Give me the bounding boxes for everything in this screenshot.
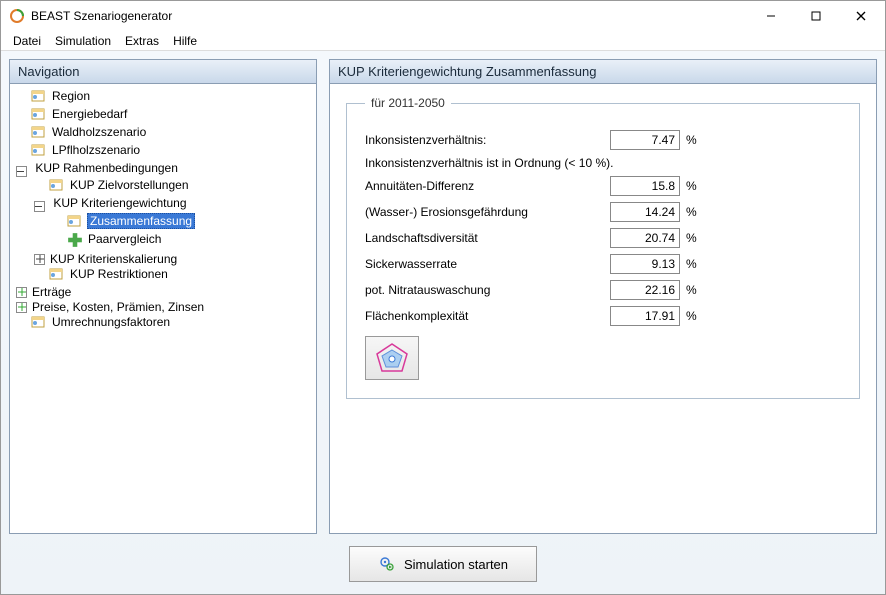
row-nitrat: pot. Nitratauswaschung 22.16 % [365,280,841,300]
menu-simulation[interactable]: Simulation [49,32,117,50]
value-flaechen: 17.91 [610,306,680,326]
navigation-panel: Navigation Region Energiebedarf Waldholz… [9,59,317,534]
unit: % [680,179,704,193]
columns: Navigation Region Energiebedarf Waldholz… [9,59,877,534]
row-inkons: Inkonsistenzverhältnis: 7.47 % [365,130,841,150]
nav-item-lpflholz[interactable]: LPflholzszenario [29,143,143,157]
label-sicker: Sickerwasserrate [365,257,610,271]
row-sicker: Sickerwasserrate 9.13 % [365,254,841,274]
close-button[interactable] [838,2,883,30]
value-landdiv: 20.74 [610,228,680,248]
period-fieldset: für 2011-2050 Inkonsistenzverhältnis: 7.… [346,96,860,399]
unit: % [680,133,704,147]
unit: % [680,257,704,271]
row-flaechen: Flächenkomplexität 17.91 % [365,306,841,326]
nav-item-waldholz[interactable]: Waldholzszenario [29,125,149,139]
nav-item-preise[interactable]: Preise, Kosten, Prämien, Zinsen [29,300,207,314]
main-title: KUP Kriteriengewichtung Zusammenfassung [330,60,876,84]
nav-item-ertraege[interactable]: Erträge [29,285,74,299]
doc-icon [31,125,47,139]
simulate-button[interactable]: Simulation starten [349,546,537,582]
window-title: BEAST Szenariogenerator [31,9,748,23]
plus-icon [67,232,83,246]
value-erosion: 14.24 [610,202,680,222]
unit: % [680,231,704,245]
label-landdiv: Landschaftsdiversität [365,231,610,245]
window-controls [748,2,883,30]
bottom-bar: Simulation starten [9,542,877,586]
value-inkons: 7.47 [610,130,680,150]
nav-item-kup-rahmen[interactable]: KUP Rahmenbedingungen [32,161,181,175]
doc-icon [49,178,65,192]
doc-icon [31,107,47,121]
radar-chart-icon [372,341,412,375]
doc-icon [49,267,65,281]
row-landdiv: Landschaftsdiversität 20.74 % [365,228,841,248]
doc-icon [31,89,47,103]
value-nitrat: 22.16 [610,280,680,300]
value-sicker: 9.13 [610,254,680,274]
gear-run-icon [378,555,396,573]
menu-extras[interactable]: Extras [119,32,165,50]
nav-item-zusammenfassung[interactable]: Zusammenfassung [65,213,197,229]
value-annu: 15.8 [610,176,680,196]
simulate-label: Simulation starten [404,557,508,572]
nav-item-region[interactable]: Region [29,89,93,103]
nav-item-kup-gewicht[interactable]: KUP Kriteriengewichtung [50,196,189,210]
nav-item-umrechnung[interactable]: Umrechnungsfaktoren [29,315,173,329]
minimize-button[interactable] [748,2,793,30]
tree-toggle[interactable] [34,201,45,212]
doc-icon [31,143,47,157]
body-area: Navigation Region Energiebedarf Waldholz… [1,51,885,594]
doc-icon [67,214,83,228]
app-window: BEAST Szenariogenerator Datei Simulation… [0,0,886,595]
nav-item-paarvergleich[interactable]: Paarvergleich [65,232,164,246]
tree-toggle[interactable] [16,302,27,313]
tree-toggle[interactable] [16,287,27,298]
app-icon [9,8,25,24]
tree-toggle[interactable] [16,166,27,177]
unit: % [680,205,704,219]
main-content: für 2011-2050 Inkonsistenzverhältnis: 7.… [330,84,876,533]
label-inkons-ok: Inkonsistenzverhältnis ist in Ordnung (<… [365,156,613,170]
navigation-title: Navigation [10,60,316,84]
titlebar: BEAST Szenariogenerator [1,1,885,31]
label-nitrat: pot. Nitratauswaschung [365,283,610,297]
menu-hilfe[interactable]: Hilfe [167,32,203,50]
radar-chart-button[interactable] [365,336,419,380]
maximize-button[interactable] [793,2,838,30]
doc-icon [31,315,47,329]
label-inkons: Inkonsistenzverhältnis: [365,133,610,147]
menubar: Datei Simulation Extras Hilfe [1,31,885,51]
row-annu: Annuitäten-Differenz 15.8 % [365,176,841,196]
menu-datei[interactable]: Datei [7,32,47,50]
unit: % [680,283,704,297]
unit: % [680,309,704,323]
nav-item-energiebedarf[interactable]: Energiebedarf [29,107,130,121]
row-inkons-ok: Inkonsistenzverhältnis ist in Ordnung (<… [365,156,841,170]
nav-item-kup-skalierung[interactable]: KUP Kriterienskalierung [47,252,180,266]
period-legend: für 2011-2050 [365,96,451,110]
label-erosion: (Wasser-) Erosionsgefährdung [365,205,610,219]
label-flaechen: Flächenkomplexität [365,309,610,323]
nav-item-kup-restrikt[interactable]: KUP Restriktionen [47,267,171,281]
tree-toggle[interactable] [34,254,45,265]
nav-item-kup-ziel[interactable]: KUP Zielvorstellungen [47,178,192,192]
navigation-tree[interactable]: Region Energiebedarf Waldholzszenario LP… [10,84,316,533]
row-erosion: (Wasser-) Erosionsgefährdung 14.24 % [365,202,841,222]
main-panel: KUP Kriteriengewichtung Zusammenfassung … [329,59,877,534]
label-annu: Annuitäten-Differenz [365,179,610,193]
